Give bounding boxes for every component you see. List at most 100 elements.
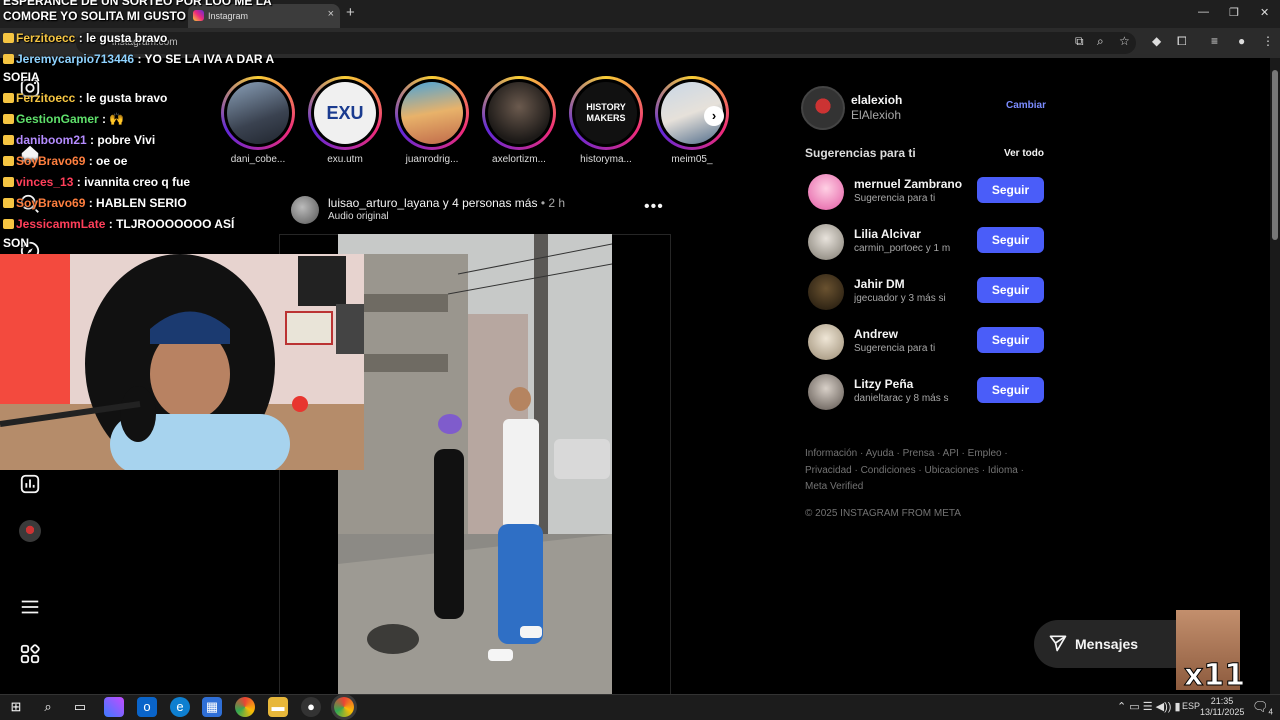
current-username[interactable]: elalexioh	[851, 93, 902, 107]
suggestion-avatar[interactable]	[808, 224, 844, 260]
taskbar-search-icon[interactable]: ⌕	[38, 697, 58, 717]
story-item[interactable]: EXU exu.utm	[308, 76, 382, 165]
extension-diamond-icon[interactable]: ◆	[1152, 34, 1161, 48]
also-from-meta-icon[interactable]	[19, 643, 41, 665]
chat-text: : HABLEN SERIO	[88, 196, 187, 210]
chat-username: daniboom21	[16, 133, 87, 147]
profile-icon[interactable]: ●	[1238, 34, 1245, 48]
tab-close-icon[interactable]: ×	[328, 8, 334, 20]
suggestion-reason: carmin_portoec y 1 m	[854, 243, 951, 254]
post-video[interactable]	[338, 234, 612, 694]
story-item[interactable]: axelortizm...	[482, 76, 556, 165]
windows-taskbar	[0, 694, 1280, 720]
post-author-avatar[interactable]	[291, 196, 319, 224]
restore-button[interactable]: ❐	[1229, 6, 1239, 19]
browser-menu-icon[interactable]: ⋮	[1262, 34, 1274, 48]
story-item[interactable]: dani_cobe...	[221, 76, 295, 165]
more-menu-icon[interactable]	[19, 596, 41, 618]
suggestion-avatar[interactable]	[808, 274, 844, 310]
suggestions-title: Sugerencias para ti	[805, 146, 916, 160]
suggestion-avatar[interactable]	[808, 374, 844, 410]
chat-badge-icon	[3, 135, 14, 145]
suggestion-reason: jgecuador y 3 más si	[854, 293, 946, 304]
story-username: meim05_	[671, 154, 713, 165]
address-bar[interactable]: instagram.com	[76, 32, 1136, 54]
cast-icon[interactable]: ⧉	[1075, 34, 1084, 49]
follow-button[interactable]: Seguir	[977, 227, 1044, 253]
footer-links[interactable]: Información · Ayuda · Prensa · API · Emp…	[805, 446, 1030, 496]
chat-badge-icon	[3, 33, 14, 43]
follow-button[interactable]: Seguir	[977, 377, 1044, 403]
zoom-icon[interactable]: ⌕	[1097, 34, 1104, 49]
taskbar-clock[interactable]: 21:35 13/11/2025	[1200, 696, 1244, 718]
suggestion-username[interactable]: mernuel Zambrano	[854, 177, 962, 191]
see-all-link[interactable]: Ver todo	[1004, 148, 1044, 159]
story-item[interactable]: HISTORY MAKERS historyma...	[569, 76, 643, 165]
current-fullname: ElAlexioh	[851, 108, 902, 122]
webcam-scene	[0, 254, 364, 470]
follow-button[interactable]: Seguir	[977, 327, 1044, 353]
suggestion-row: mernuel Zambrano Sugerencia para ti Segu…	[808, 172, 1048, 212]
windows-start-icon[interactable]: ⊞	[6, 697, 26, 717]
chat-username: SoyBravo69	[16, 196, 86, 210]
chat-username: JessicammLate	[16, 217, 106, 231]
chrome-icon[interactable]	[235, 697, 255, 717]
chat-text: : YO SE LA IVA A DAR A	[137, 52, 275, 66]
chat-text: COMORE YO SOLITA MI GUSTO	[3, 9, 186, 23]
chat-username: Jeremycarpio713446	[16, 52, 135, 66]
suggestion-reason: Sugerencia para ti	[854, 343, 936, 354]
chat-badge-icon	[3, 54, 14, 64]
follow-button[interactable]: Seguir	[977, 277, 1044, 303]
chat-message: Jeremycarpio713446 : YO SE LA IVA A DAR …	[3, 52, 274, 66]
suggestion-reason: danieltarac y 8 más s	[854, 393, 949, 404]
streamer-webcam	[0, 254, 364, 470]
switch-account-link[interactable]: Cambiar	[1006, 100, 1046, 111]
post-options-icon[interactable]: •••	[644, 198, 664, 216]
notification-center-icon[interactable]: 🗨4	[1252, 699, 1273, 717]
system-tray-icons[interactable]: ⌃ ▭ ☰ ◀)) ▮	[1117, 700, 1181, 713]
post-author-username[interactable]: luisao_arturo_layana	[328, 196, 439, 210]
chat-text: : ivannita creo q fue	[76, 175, 191, 189]
story-logo-text: HISTORY MAKERS	[575, 82, 637, 144]
story-item[interactable]: juanrodrig...	[395, 76, 469, 165]
edge-icon[interactable]: e	[170, 697, 190, 717]
suggestion-username[interactable]: Andrew	[854, 327, 898, 341]
post-time: • 2 h	[537, 196, 566, 210]
current-user-avatar[interactable]	[801, 86, 845, 130]
post-audio-link[interactable]: Audio original	[328, 211, 389, 222]
post-author-line: luisao_arturo_layana y 4 personas más • …	[328, 196, 565, 210]
story-username: exu.utm	[327, 154, 363, 165]
chat-username: vinces_13	[16, 175, 74, 189]
media-controls-icon[interactable]: ≡	[1211, 34, 1218, 48]
extensions-puzzle-icon[interactable]: ⧠	[1177, 34, 1187, 49]
stories-next-button[interactable]: ›	[704, 106, 724, 126]
follow-button[interactable]: Seguir	[977, 177, 1044, 203]
task-view-icon[interactable]: ▭	[70, 697, 90, 717]
language-indicator[interactable]: ESP	[1182, 701, 1200, 711]
clock-time: 21:35	[1210, 696, 1234, 706]
copyright: © 2025 INSTAGRAM FROM META	[805, 508, 961, 519]
copilot-icon[interactable]	[104, 697, 124, 717]
chrome-active-icon[interactable]	[334, 697, 354, 717]
outlook-icon[interactable]: o	[137, 697, 157, 717]
suggestion-avatar[interactable]	[808, 174, 844, 210]
new-tab-button[interactable]: +	[346, 4, 355, 21]
chat-message: COMORE YO SOLITA MI GUSTO	[3, 9, 186, 23]
chat-message: GestionGamer : 🙌	[3, 112, 124, 126]
file-explorer-icon[interactable]: ▬	[268, 697, 288, 717]
chat-badge-icon	[3, 114, 14, 124]
profile-avatar-icon[interactable]	[19, 520, 41, 542]
suggestion-username[interactable]: Lilia Alcivar	[854, 227, 921, 241]
bookmark-star-icon[interactable]: ☆	[1119, 34, 1130, 48]
suggestion-username[interactable]: Jahir DM	[854, 277, 905, 291]
close-window-button[interactable]: ✕	[1260, 6, 1269, 19]
suggestion-username[interactable]: Litzy Peña	[854, 377, 913, 391]
obs-icon[interactable]: ●	[301, 697, 321, 717]
store-icon[interactable]: ▦	[202, 697, 222, 717]
dashboard-icon[interactable]	[19, 473, 41, 495]
scrollbar-thumb[interactable]	[1272, 70, 1278, 240]
stream-overlay-sticker: x11	[1176, 610, 1246, 694]
minimize-button[interactable]: —	[1198, 6, 1209, 18]
post-collaborators[interactable]: y 4 personas más	[443, 196, 538, 210]
suggestion-avatar[interactable]	[808, 324, 844, 360]
